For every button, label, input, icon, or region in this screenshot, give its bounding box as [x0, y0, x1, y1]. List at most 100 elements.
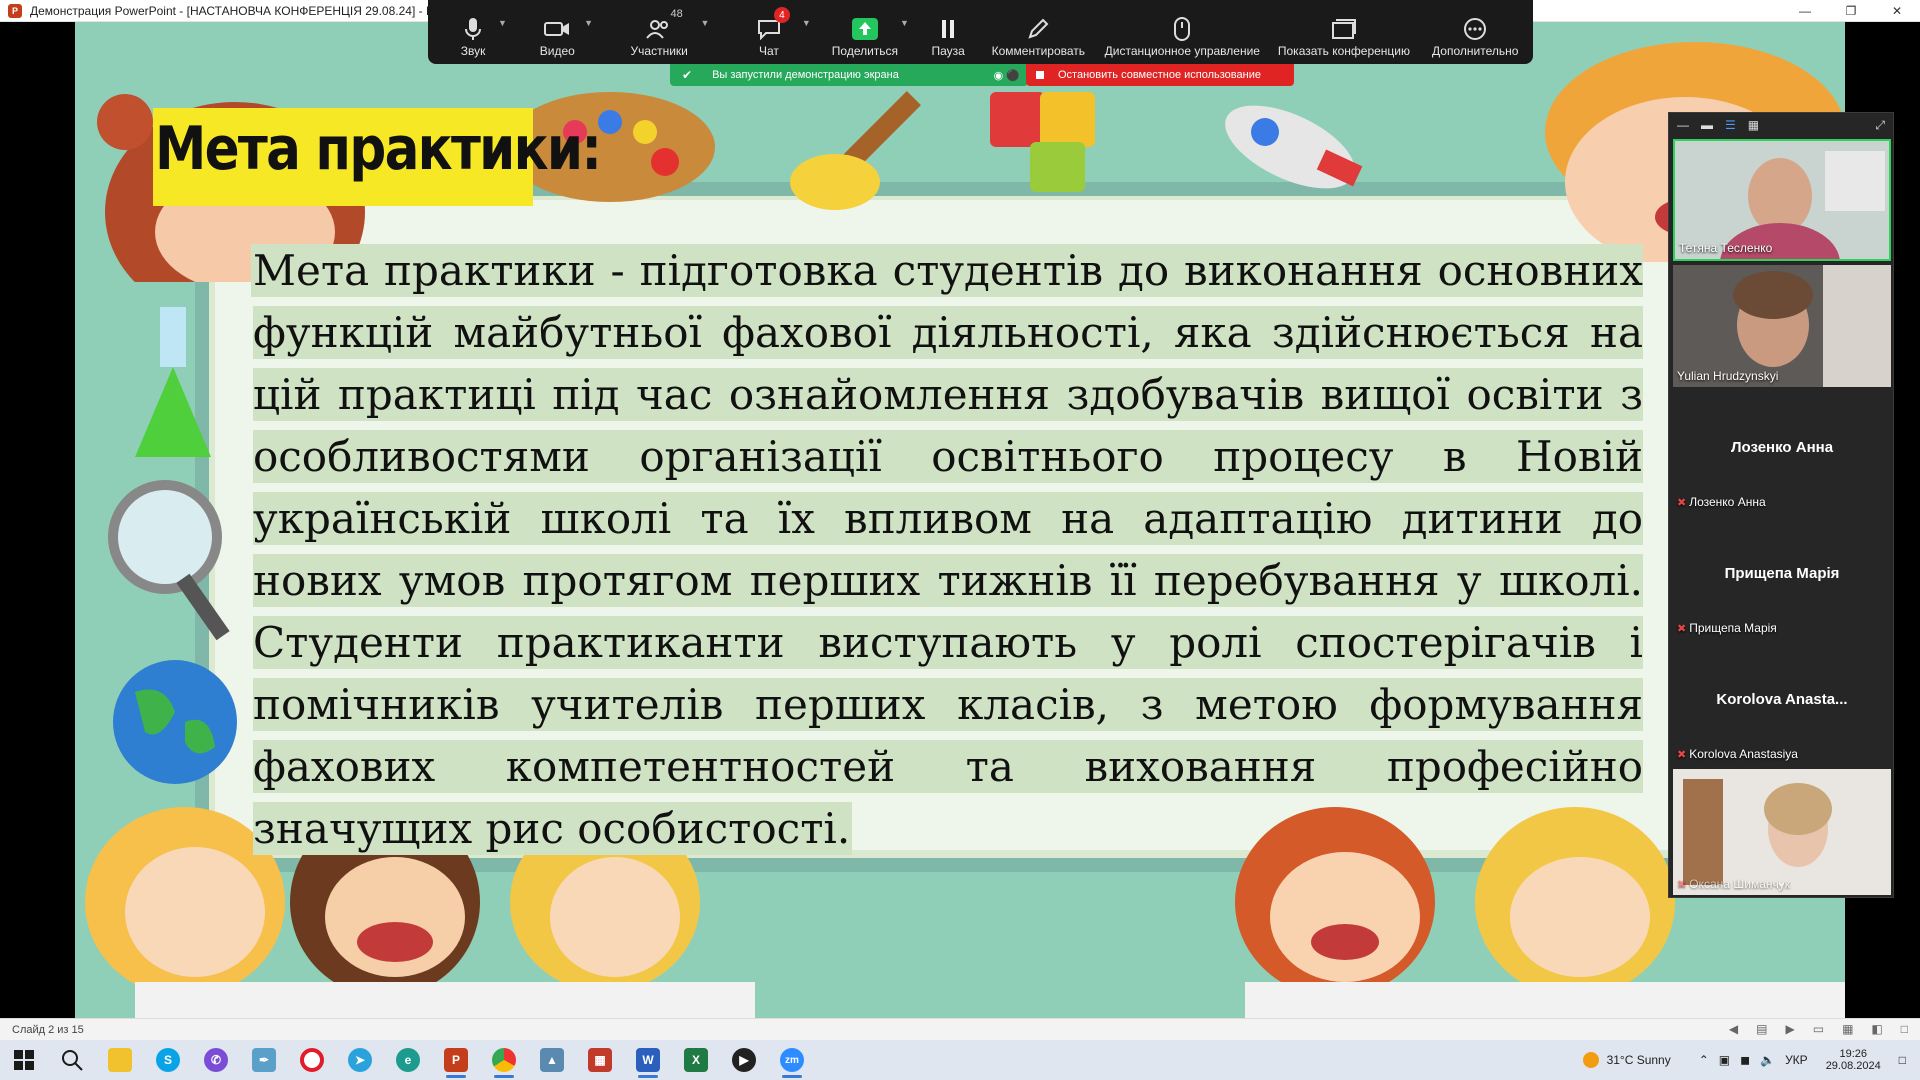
chevron-down-icon[interactable]: ⌄	[1776, 875, 1786, 889]
excel-icon: X	[684, 1048, 708, 1072]
show-meeting-button[interactable]: Показать конференцию	[1270, 4, 1417, 62]
notifications-icon[interactable]: □	[1899, 1053, 1906, 1067]
taskbar-chrome[interactable]	[480, 1040, 528, 1080]
taskbar-skype[interactable]: S	[144, 1040, 192, 1080]
search-button[interactable]	[48, 1040, 96, 1080]
slide-list-icon[interactable]: ▤	[1756, 1022, 1767, 1036]
stop-sharing-button[interactable]: Остановить совместное использование	[1026, 64, 1294, 86]
participant-name: Korolova Anastasiya	[1689, 747, 1798, 761]
slideshow-icon[interactable]: □	[1901, 1022, 1908, 1036]
participant-tile[interactable]: Тетяна Тесленко	[1673, 139, 1891, 261]
taskbar-file-explorer[interactable]	[96, 1040, 144, 1080]
restore-button[interactable]: ❐	[1828, 0, 1874, 22]
puzzle-pieces-illustration	[990, 92, 1095, 192]
gallery-view-icon[interactable]: ▦	[1748, 118, 1759, 132]
network-icon[interactable]: ▣	[1719, 1053, 1730, 1067]
taskbar-zoom[interactable]: zm	[768, 1040, 816, 1080]
language-indicator[interactable]: УКР	[1785, 1053, 1808, 1067]
window-title: Демонстрация PowerPoint - [НАСТАНОВЧА КО…	[30, 3, 434, 18]
participant-display-name: Прищепа Марія	[1724, 565, 1840, 582]
next-slide-icon[interactable]: ▶	[1785, 1022, 1794, 1036]
prev-slide-icon[interactable]: ◀	[1729, 1022, 1738, 1036]
participant-name: Прищепа Марія	[1689, 621, 1777, 635]
taskbar-telegram[interactable]: ➤	[336, 1040, 384, 1080]
start-button[interactable]	[0, 1040, 48, 1080]
participant-name: Yulian Hrudzynskyi	[1677, 369, 1779, 383]
taskbar-viber[interactable]: ✆	[192, 1040, 240, 1080]
chrome-icon	[492, 1048, 516, 1072]
remote-control-icon	[1174, 17, 1191, 41]
share-label: Поделиться	[831, 44, 899, 58]
participant-tile[interactable]: ✖ Оксана Шиманчук ⌄	[1673, 769, 1891, 895]
shield-icon: ◉ ⚫	[993, 69, 1020, 82]
slide-sorter-icon[interactable]: ▦	[1842, 1022, 1853, 1036]
microphone-icon	[465, 18, 482, 40]
photos-icon: ▲	[540, 1048, 564, 1072]
reading-view-icon[interactable]: ◧	[1871, 1022, 1882, 1036]
participants-video-panel: — ▬ ☰ ▦ ⤢ Тетяна Тесленко Yulian Hrudzyn…	[1668, 112, 1894, 898]
participant-tile[interactable]: Yulian Hrudzynskyi	[1673, 265, 1891, 387]
camera-icon	[544, 22, 570, 36]
video-button[interactable]: ▼ Видео	[518, 4, 596, 62]
share-button[interactable]: ▼ Поделиться	[816, 4, 914, 62]
more-label: Дополнительно	[1432, 44, 1519, 58]
participant-tile[interactable]: Лозенко Анна ✖ Лозенко Анна	[1673, 391, 1891, 513]
play-icon: ▶	[732, 1048, 756, 1072]
minimize-panel-icon[interactable]: —	[1677, 118, 1689, 132]
slide-body-text-content: Мета практики - підготовка студентів до …	[253, 246, 1643, 853]
feather-icon: ✒	[252, 1048, 276, 1072]
video-label: Видео	[539, 44, 575, 58]
windows-logo-icon	[14, 1050, 34, 1070]
chat-button[interactable]: 4 ▼ Чат	[722, 4, 816, 62]
wifi-icon[interactable]: ◼	[1740, 1053, 1750, 1067]
taskbar-photos[interactable]: ▲	[528, 1040, 576, 1080]
participants-label: Участники	[630, 44, 688, 58]
viber-icon: ✆	[204, 1048, 228, 1072]
participants-icon	[646, 20, 669, 39]
share-icon	[851, 18, 878, 40]
paint-brush-illustration	[790, 91, 921, 210]
show-meeting-label: Показать конференцию	[1277, 44, 1411, 58]
volume-icon[interactable]: 🔈	[1760, 1053, 1775, 1067]
close-button[interactable]: ✕	[1874, 0, 1920, 22]
taskbar-opera[interactable]	[288, 1040, 336, 1080]
chat-badge: 4	[773, 7, 790, 23]
muted-mic-icon: ✖	[1677, 623, 1687, 635]
pause-icon	[942, 20, 955, 38]
taskbar-feather-app[interactable]: ✒	[240, 1040, 288, 1080]
powerpoint-taskbar-icon: P	[444, 1048, 468, 1072]
participant-name: Оксана Шиманчук	[1689, 877, 1790, 891]
search-icon	[62, 1050, 83, 1071]
speaker-view-icon[interactable]: ☰	[1725, 118, 1736, 132]
stop-square-icon	[1036, 71, 1044, 79]
annotate-label: Комментировать	[991, 44, 1086, 58]
participant-name: Лозенко Анна	[1689, 495, 1766, 509]
audio-button[interactable]: ▼ Звук	[428, 4, 518, 62]
clock[interactable]: 19:26 29.08.2024	[1826, 1048, 1881, 1072]
fullscreen-icon[interactable]: ⤢	[1875, 118, 1885, 133]
weather-text[interactable]: 31°C Sunny	[1607, 1053, 1671, 1067]
normal-view-icon[interactable]: ▭	[1813, 1022, 1824, 1036]
taskbar-grid-app[interactable]: ▦	[576, 1040, 624, 1080]
more-icon	[1464, 18, 1487, 40]
taskbar-edge[interactable]: e	[384, 1040, 432, 1080]
annotate-button[interactable]: Комментировать	[982, 4, 1094, 62]
telegram-icon: ➤	[348, 1048, 372, 1072]
minimize-button[interactable]: —	[1782, 0, 1828, 22]
taskbar-media-player[interactable]: ▶	[720, 1040, 768, 1080]
taskbar-excel[interactable]: X	[672, 1040, 720, 1080]
taskbar-word[interactable]: W	[624, 1040, 672, 1080]
pause-share-button[interactable]: Пауза	[914, 4, 983, 62]
participants-button[interactable]: 48 ▼ Участники	[597, 4, 722, 62]
participant-tile[interactable]: Прищепа Марія ✖ Прищепа Марія	[1673, 517, 1891, 639]
remote-control-button[interactable]: Дистанционное управление	[1094, 4, 1270, 62]
thumbnail-view-icon[interactable]: ▬	[1701, 118, 1713, 132]
windows-taskbar: S ✆ ✒ ➤ e P ▲ ▦ W X ▶ zm 31°C Sunny ⌃ ▣ …	[0, 1040, 1920, 1080]
participant-tile[interactable]: Korolova Anasta... ✖ Korolova Anastasiya	[1673, 643, 1891, 765]
taskbar-powerpoint[interactable]: P	[432, 1040, 480, 1080]
weather-icon	[1582, 1052, 1599, 1068]
participant-display-name: Korolova Anasta...	[1716, 691, 1848, 708]
more-button[interactable]: Дополнительно	[1417, 4, 1533, 62]
chevron-up-icon[interactable]: ⌃	[1699, 1053, 1709, 1067]
skype-icon: S	[156, 1048, 180, 1072]
